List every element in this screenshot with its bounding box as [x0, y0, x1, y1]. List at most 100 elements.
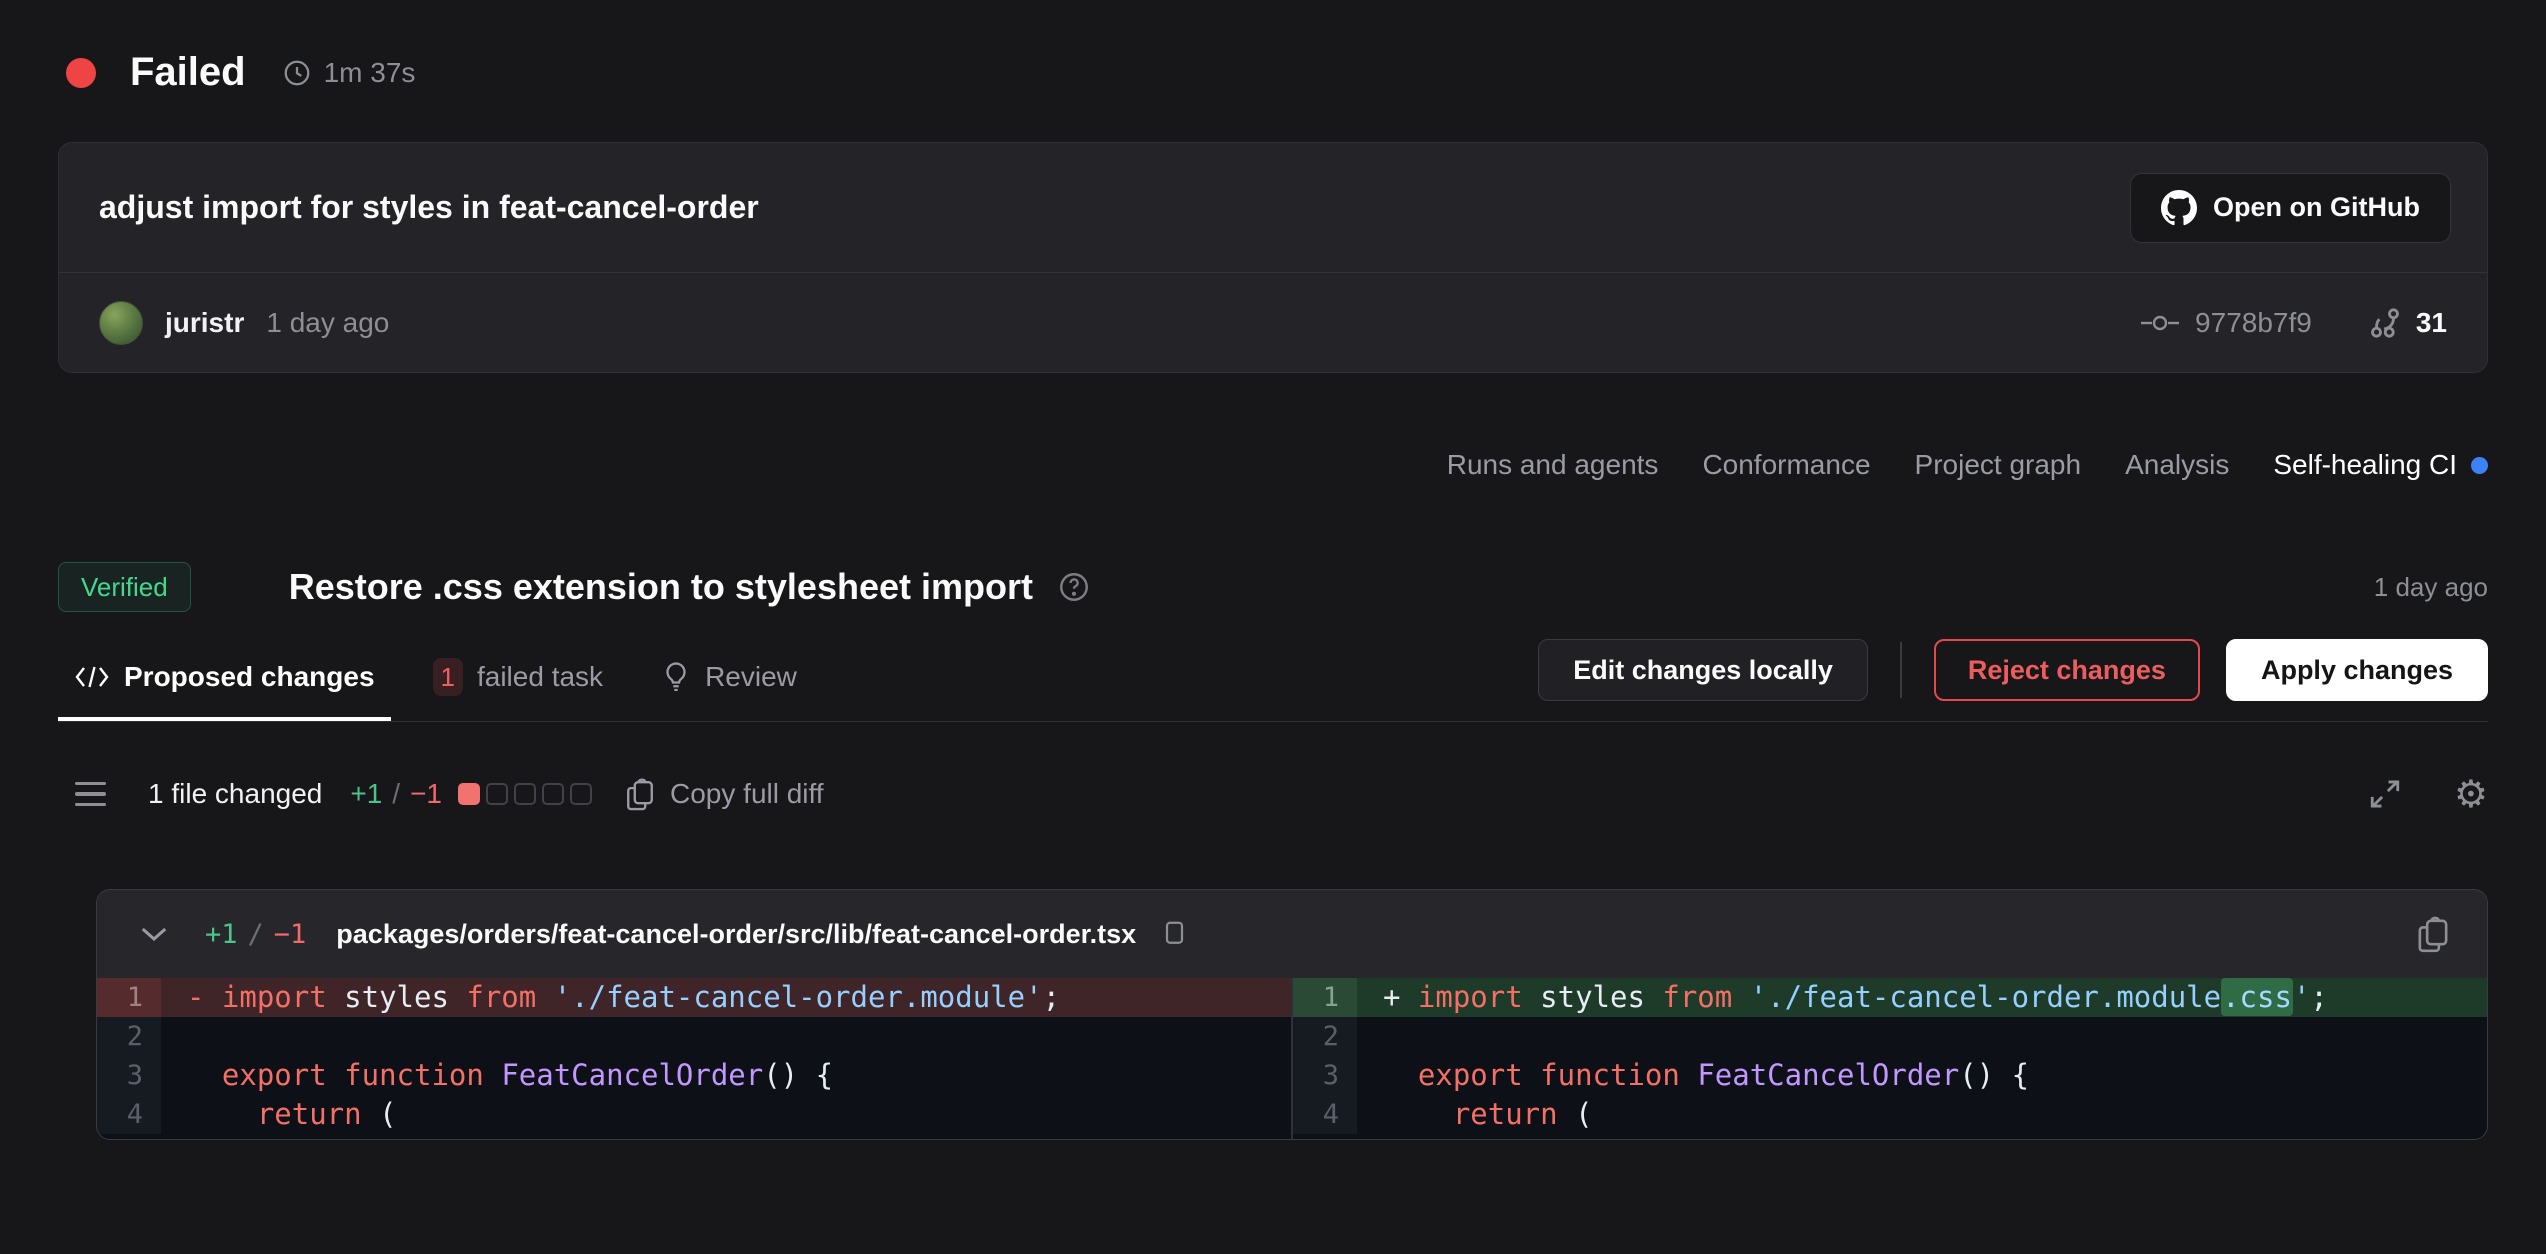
pipeline-status-label: Failed — [130, 50, 246, 95]
code-text: export function FeatCancelOrder() { — [161, 1056, 1291, 1095]
commit-icon — [2139, 310, 2181, 336]
tab-review[interactable]: Review — [645, 647, 813, 721]
diffstat-square — [542, 783, 564, 805]
commit-hash-group[interactable]: 9778b7f9 — [2139, 307, 2312, 339]
nav-item-runs-and-agents[interactable]: Runs and agents — [1447, 449, 1659, 481]
commit-title: adjust import for styles in feat-cancel-… — [99, 189, 759, 226]
copy-full-diff-button[interactable]: Copy full diff — [624, 777, 824, 811]
pipeline-status-row: Failed 1m 37s — [66, 0, 2488, 95]
files-changed-label: 1 file changed — [148, 778, 322, 810]
diffstat-square — [514, 783, 536, 805]
clock-icon — [282, 58, 312, 88]
self-healing-ci-page: Failed 1m 37s adjust import for styles i… — [0, 0, 2546, 1254]
code-text — [1357, 1017, 2487, 1056]
branch-icon — [2368, 306, 2402, 340]
code-text: return ( — [1357, 1095, 2487, 1134]
diffstat-square — [486, 783, 508, 805]
code-text: - import styles from './feat-cancel-orde… — [161, 978, 1291, 1017]
commit-hash: 9778b7f9 — [2195, 307, 2312, 339]
actions-divider — [1900, 642, 1902, 698]
help-icon[interactable] — [1057, 570, 1091, 604]
line-number: 2 — [97, 1017, 161, 1056]
avatar — [99, 301, 143, 345]
nav-item-project-graph[interactable]: Project graph — [1915, 449, 2082, 481]
diff-panel: +1 / −1 packages/orders/feat-cancel-orde… — [96, 889, 2488, 1140]
diff-side-by-side: 1- import styles from './feat-cancel-ord… — [97, 978, 2487, 1139]
branch-count: 31 — [2416, 307, 2447, 339]
failed-status-dot — [66, 58, 96, 88]
code-text: export function FeatCancelOrder() { — [1357, 1056, 2487, 1095]
lightbulb-icon — [661, 661, 691, 693]
diffstat-text: +1 / −1 — [350, 778, 442, 810]
github-icon — [2161, 190, 2197, 226]
nav-item-conformance[interactable]: Conformance — [1702, 449, 1870, 481]
tab-failed-task[interactable]: 1 failed task — [417, 647, 620, 721]
diff-line: 2 — [1293, 1017, 2487, 1056]
file-list-menu-icon[interactable] — [75, 782, 106, 807]
branch-count-group[interactable]: 31 — [2368, 306, 2447, 340]
copy-path-icon[interactable] — [1158, 919, 1186, 949]
commit-author: juristr — [165, 307, 244, 339]
diff-line: 1+ import styles from './feat-cancel-ord… — [1293, 978, 2487, 1017]
code-icon — [74, 664, 110, 690]
deletions-count: −1 — [410, 778, 442, 810]
tab-review-label: Review — [705, 661, 797, 693]
diff-pane-after: 1+ import styles from './feat-cancel-ord… — [1293, 978, 2487, 1139]
failed-task-count-badge: 1 — [433, 658, 463, 696]
fix-time-ago: 1 day ago — [2374, 572, 2488, 603]
diff-pane-before: 1- import styles from './feat-cancel-ord… — [97, 978, 1293, 1139]
nav-item-self-healing-ci[interactable]: Self-healing CI — [2273, 449, 2488, 481]
pipeline-duration: 1m 37s — [282, 57, 416, 89]
line-number: 1 — [1293, 978, 1357, 1017]
diff-line: 2 — [97, 1017, 1291, 1056]
copy-file-diff-icon[interactable] — [2415, 915, 2451, 953]
nav-item-analysis[interactable]: Analysis — [2125, 449, 2229, 481]
file-diffstat: +1 / −1 — [205, 919, 306, 950]
diffstat-square — [458, 783, 480, 805]
notification-dot — [2471, 457, 2488, 474]
fix-tabs-row: Proposed changes 1 failed task Review Ed… — [58, 647, 2488, 722]
code-text: + import styles from './feat-cancel-orde… — [1357, 978, 2487, 1017]
diff-line: 3 export function FeatCancelOrder() { — [1293, 1056, 2487, 1095]
diff-file-header: +1 / −1 packages/orders/feat-cancel-orde… — [97, 890, 2487, 978]
nav-item-self-healing-ci-label: Self-healing CI — [2273, 449, 2457, 481]
additions-count: +1 — [350, 778, 382, 810]
line-number: 1 — [97, 978, 161, 1017]
edit-changes-locally-button[interactable]: Edit changes locally — [1538, 639, 1868, 701]
line-number: 4 — [1293, 1095, 1357, 1134]
copy-full-diff-label: Copy full diff — [670, 778, 824, 810]
commit-time-ago: 1 day ago — [266, 307, 389, 339]
diff-line: 4 return ( — [1293, 1095, 2487, 1134]
commit-card: adjust import for styles in feat-cancel-… — [58, 142, 2488, 373]
workspace-nav: Runs and agents Conformance Project grap… — [58, 449, 2488, 481]
diff-toolbar: 1 file changed +1 / −1 Copy full diff ⚙ — [58, 772, 2488, 816]
commit-meta-row: juristr 1 day ago 9778b7f9 31 — [59, 273, 2487, 372]
tab-proposed-changes-label: Proposed changes — [124, 661, 375, 693]
code-text: return ( — [161, 1095, 1291, 1134]
line-number: 3 — [97, 1056, 161, 1095]
fix-actions: Edit changes locally Reject changes Appl… — [1538, 639, 2488, 701]
diff-line: 1- import styles from './feat-cancel-ord… — [97, 978, 1291, 1017]
expand-icon[interactable] — [2368, 777, 2402, 811]
apply-changes-button[interactable]: Apply changes — [2226, 639, 2488, 701]
chevron-down-icon[interactable] — [139, 923, 169, 945]
open-on-github-label: Open on GitHub — [2213, 192, 2420, 223]
pipeline-duration-value: 1m 37s — [324, 57, 416, 89]
gear-icon[interactable]: ⚙ — [2454, 775, 2488, 813]
copy-icon — [624, 777, 656, 811]
verified-badge: Verified — [58, 562, 191, 612]
diff-line: 3 export function FeatCancelOrder() { — [97, 1056, 1291, 1095]
line-number: 4 — [97, 1095, 161, 1134]
diffstat-square — [570, 783, 592, 805]
line-number: 2 — [1293, 1017, 1357, 1056]
code-text — [161, 1017, 1291, 1056]
fix-title: Restore .css extension to stylesheet imp… — [289, 566, 1033, 608]
commit-title-row: adjust import for styles in feat-cancel-… — [59, 143, 2487, 273]
line-number: 3 — [1293, 1056, 1357, 1095]
reject-changes-button[interactable]: Reject changes — [1934, 639, 2200, 701]
diff-line: 4 return ( — [97, 1095, 1291, 1134]
open-on-github-button[interactable]: Open on GitHub — [2130, 173, 2451, 243]
tab-proposed-changes[interactable]: Proposed changes — [58, 647, 391, 721]
tab-failed-task-label: failed task — [477, 661, 603, 693]
diff-file-path: packages/orders/feat-cancel-order/src/li… — [336, 919, 1136, 950]
